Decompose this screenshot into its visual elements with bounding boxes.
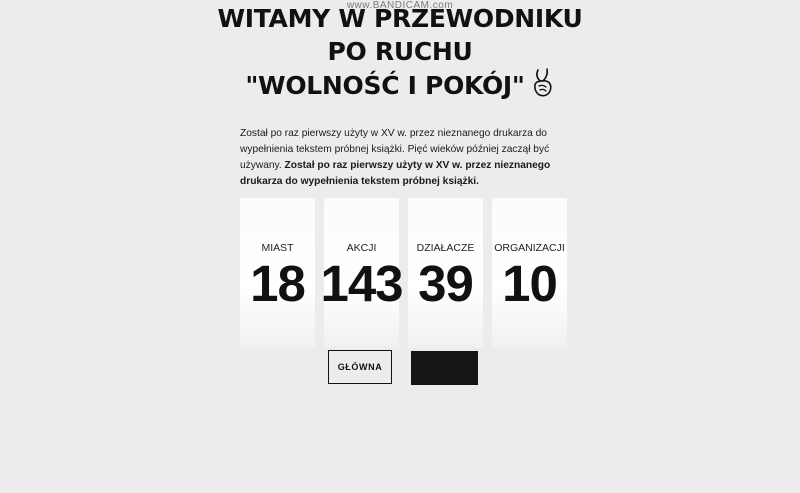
stat-value: 10 <box>502 255 558 312</box>
stat-label: DZIAŁACZE <box>416 242 475 254</box>
stat-card-organizations: ORGANIZACJI 10 <box>492 198 567 348</box>
peace-hand-icon <box>531 68 555 106</box>
main-button[interactable]: GŁÓWNA <box>328 350 392 384</box>
stat-label: ORGANIZACJI <box>494 242 565 254</box>
title-line-1: WITAMY W PRZEWODNIKU <box>217 4 583 33</box>
intro-paragraph: Został po raz pierwszy użyty w XV w. prz… <box>240 126 570 190</box>
title-line-3-wrap: "WOLNOŚĆ I POKÓJ" <box>180 68 620 106</box>
intro-bold-text: Został po raz pierwszy użyty w XV w. prz… <box>240 160 551 188</box>
stats-row: MIAST 18 AKCJI 143 DZIAŁACZE 39 ORGANIZA… <box>240 198 568 348</box>
stat-label: AKCJI <box>346 242 377 254</box>
stat-label: MIAST <box>261 242 294 254</box>
dark-button[interactable] <box>411 351 478 385</box>
title-line-3: "WOLNOŚĆ I POKÓJ" <box>245 71 525 100</box>
title-line-2: PO RUCHU <box>327 37 473 66</box>
page-title: WITAMY W PRZEWODNIKU PO RUCHU "WOLNOŚĆ I… <box>180 2 620 106</box>
